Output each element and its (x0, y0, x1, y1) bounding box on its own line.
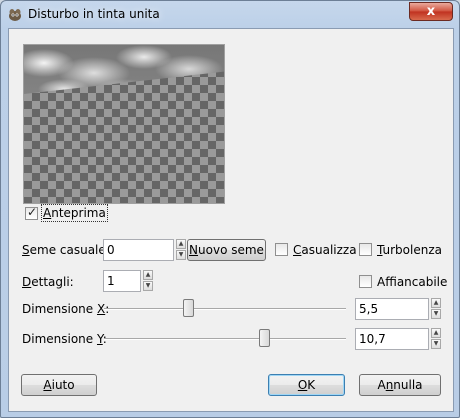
size-y-decrement-button[interactable]: ▼ (431, 339, 441, 349)
seed-decrement-button[interactable]: ▼ (176, 250, 186, 260)
cancel-button[interactable]: Annulla (359, 374, 441, 396)
detail-label: Dettagli: (22, 275, 74, 289)
seed-label: Seme casuale: (22, 243, 110, 257)
size-y-slider-thumb[interactable] (259, 329, 270, 347)
ok-button[interactable]: OK (268, 374, 345, 396)
randomize-checkbox[interactable] (275, 243, 288, 256)
size-y-slider-track[interactable] (104, 338, 346, 340)
dialog-window: Disturbo in tinta unita x Anteprima Seme… (0, 0, 460, 418)
help-button[interactable]: Aiuto (21, 374, 97, 396)
detail-increment-button[interactable]: ▲ (143, 270, 153, 280)
new-seed-button[interactable]: Nuovo seme (187, 239, 266, 261)
detail-input[interactable]: 1 (103, 270, 141, 292)
size-x-slider-thumb[interactable] (183, 299, 194, 317)
detail-spinner[interactable]: ▲ ▼ (143, 270, 153, 292)
preview-image (23, 44, 225, 204)
window-title: Disturbo in tinta unita (28, 7, 160, 21)
size-y-spinner[interactable]: ▲ ▼ (431, 328, 441, 350)
size-y-input[interactable]: 10,7 (355, 328, 429, 350)
preview-checkbox[interactable] (25, 205, 38, 220)
title-bar[interactable]: Disturbo in tinta unita x (1, 1, 459, 29)
seed-input[interactable]: 0 (103, 239, 174, 261)
size-x-increment-button[interactable]: ▲ (431, 298, 441, 308)
turbulence-label[interactable]: Turbolenza (377, 243, 442, 257)
gimp-icon (9, 9, 21, 21)
randomize-label[interactable]: Casualizza (293, 243, 357, 257)
size-y-label: Dimensione Y: (22, 332, 107, 346)
seed-spinner[interactable]: ▲ ▼ (176, 239, 186, 261)
close-button[interactable]: x (409, 2, 453, 21)
turbulence-checkbox[interactable] (359, 243, 372, 256)
size-x-slider-track[interactable] (104, 308, 346, 310)
noise-preview-render (24, 45, 224, 94)
tileable-checkbox[interactable] (359, 275, 372, 288)
size-y-increment-button[interactable]: ▲ (431, 328, 441, 338)
detail-decrement-button[interactable]: ▼ (143, 281, 153, 291)
seed-increment-button[interactable]: ▲ (176, 239, 186, 249)
size-x-input[interactable]: 5,5 (355, 298, 429, 320)
close-icon: x (426, 4, 436, 19)
tileable-label[interactable]: Affiancabile (377, 275, 447, 289)
preview-label[interactable]: Anteprima (41, 204, 108, 222)
size-x-decrement-button[interactable]: ▼ (431, 309, 441, 319)
size-x-spinner[interactable]: ▲ ▼ (431, 298, 441, 320)
dialog-content: Anteprima Seme casuale: 0 ▲ ▼ Nuovo seme… (8, 28, 454, 412)
size-x-label: Dimensione X: (22, 302, 110, 316)
